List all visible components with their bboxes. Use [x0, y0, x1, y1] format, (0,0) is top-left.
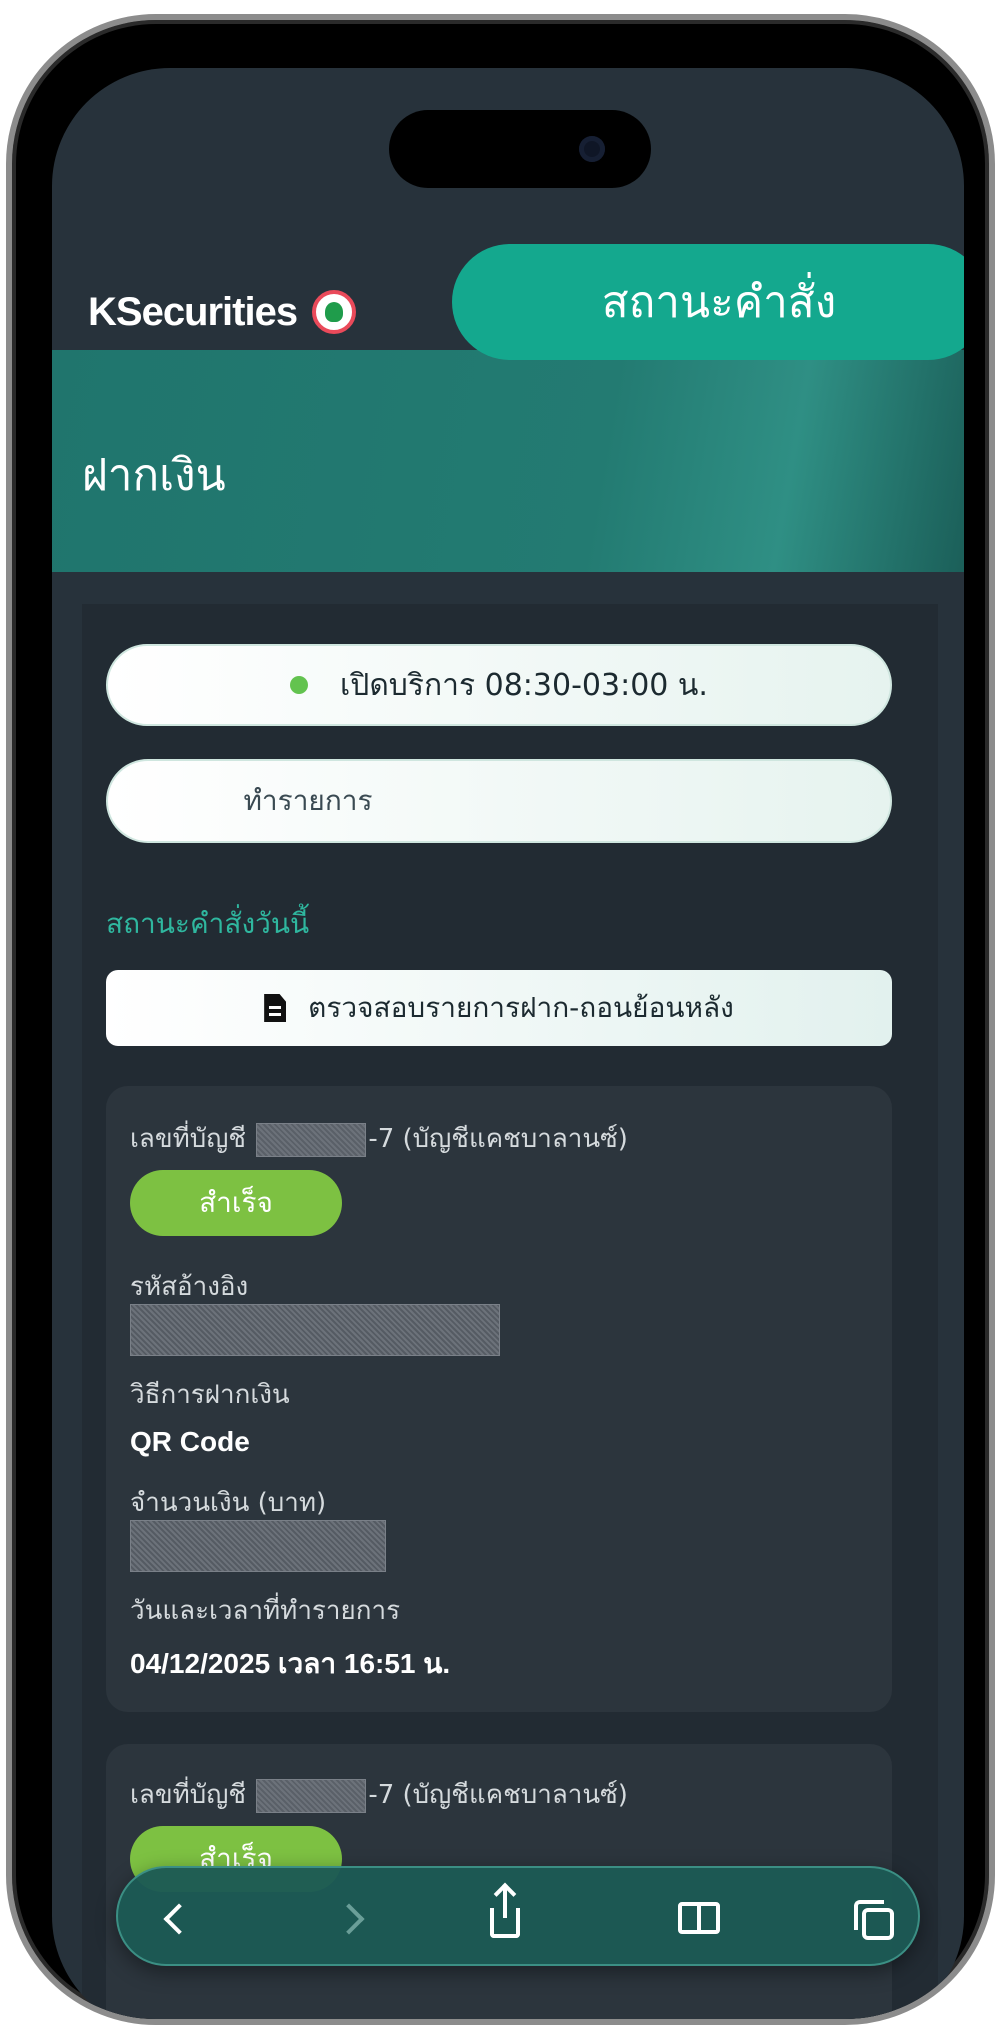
datetime-label: วันและเวลาที่ทำรายการ: [130, 1596, 401, 1626]
method-label: วิธีการฝากเงิน: [130, 1380, 290, 1410]
account-line: เลขที่บัญชี -7 (บัญชีแคชบาลานซ์): [130, 1118, 628, 1159]
history-button[interactable]: ตรวจสอบรายการฝาก-ถอนย้อนหลัง: [106, 970, 892, 1046]
browser-toolbar: [116, 1866, 920, 1966]
masked-account-number: [256, 1778, 367, 1813]
tab-transact[interactable]: ทำรายการ: [108, 761, 508, 841]
logo: KSecurities: [88, 290, 298, 334]
service-hours-text: เปิดบริการ 08:30-03:00 น.: [340, 667, 708, 703]
method-value: QR Code: [130, 1426, 250, 1457]
account-suffix: -7 (บัญชีแคชบาลานซ์): [368, 1780, 628, 1810]
bookmarks-icon[interactable]: [678, 1902, 720, 1934]
account-suffix: -7 (บัญชีแคชบาลานซ์): [368, 1124, 628, 1154]
history-button-label: ตรวจสอบรายการฝาก-ถอนย้อนหลัง: [308, 991, 734, 1024]
masked-amount: [130, 1520, 386, 1572]
status-badge: สำเร็จ: [130, 1170, 342, 1236]
account-prefix: เลขที่บัญชี: [130, 1780, 247, 1810]
forward-icon[interactable]: [333, 1903, 365, 1935]
page-banner: ฝากเงิน: [52, 350, 964, 572]
page-title: ฝากเงิน: [82, 450, 226, 501]
camera-icon: [579, 136, 605, 162]
dynamic-island: [389, 110, 651, 188]
datetime-value: 04/12/2025 เวลา 16:51 น.: [130, 1648, 451, 1679]
tab-status[interactable]: สถานะคำสั่ง: [452, 244, 964, 360]
service-hours-pill: เปิดบริการ 08:30-03:00 น.: [106, 644, 892, 726]
account-line: เลขที่บัญชี -7 (บัญชีแคชบาลานซ์): [130, 1774, 628, 1815]
phone-frame: KSecurities TH EN ฝากเงิน เปิดบริการ 08:…: [6, 14, 995, 2025]
back-icon[interactable]: [163, 1903, 195, 1935]
kbank-leaf-icon: [312, 290, 356, 334]
screen: KSecurities TH EN ฝากเงิน เปิดบริการ 08:…: [52, 68, 964, 2019]
order-card: เลขที่บัญชี -7 (บัญชีแคชบาลานซ์) สำเร็จ …: [106, 1086, 892, 1712]
document-icon: [264, 994, 287, 1022]
tab-bar: ทำรายการ: [106, 759, 892, 843]
amount-label: จำนวนเงิน (บาท): [130, 1488, 327, 1518]
content-panel: เปิดบริการ 08:30-03:00 น. ทำรายการ สถานะ…: [82, 604, 938, 2019]
masked-account-number: [256, 1122, 367, 1157]
section-label: สถานะคำสั่งวันนี้: [106, 907, 310, 940]
tabs-icon[interactable]: [854, 1900, 894, 1940]
status-dot-icon: [290, 676, 309, 694]
ref-label: รหัสอ้างอิง: [130, 1272, 249, 1302]
account-prefix: เลขที่บัญชี: [130, 1124, 247, 1154]
share-icon[interactable]: [490, 1886, 520, 1938]
masked-reference: [130, 1304, 500, 1356]
